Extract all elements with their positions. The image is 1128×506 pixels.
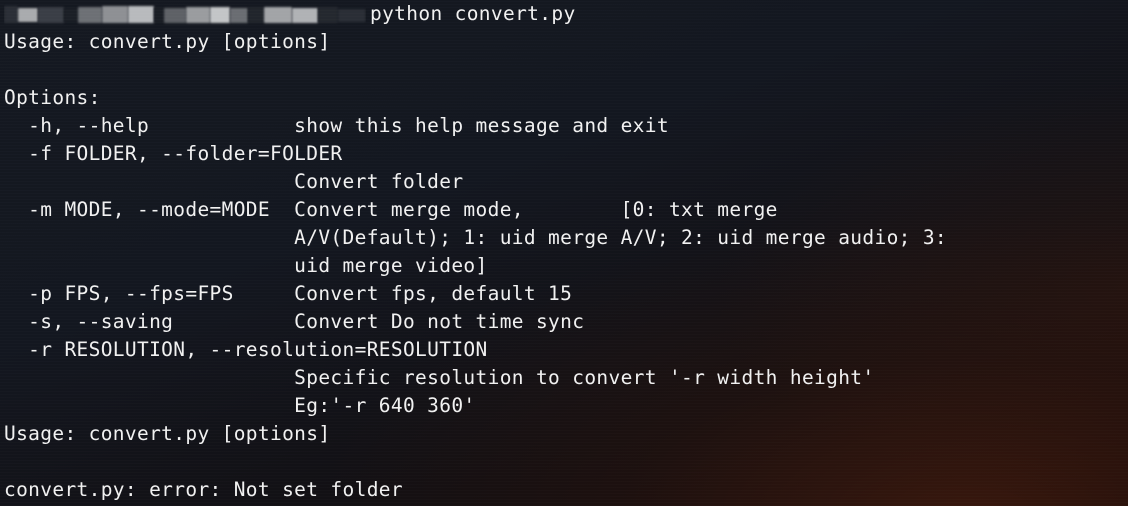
terminal-screen[interactable]: python convert.py Usage: convert.py [opt… [0,0,1128,504]
redaction-block-6 [128,6,154,23]
redaction-block-4 [78,7,102,23]
redaction-block-12 [248,7,264,23]
output-line-opt-folder-desc: Convert folder [4,170,464,193]
redaction-block-9 [186,7,210,23]
prompt-line: python convert.py [4,0,1128,28]
redaction-block-0 [4,6,18,23]
output-line-error: convert.py: error: Not set folder [4,478,403,501]
terminal-window[interactable]: python convert.py Usage: convert.py [opt… [0,0,1128,506]
output-line-opt-fps: -p FPS, --fps=FPS Convert fps, default 1… [4,282,573,305]
output-line-opt-mode-desc-2: A/V(Default); 1: uid merge A/V; 2: uid m… [4,226,948,249]
command-text: python convert.py [370,2,576,25]
redaction-block-5 [102,6,128,23]
output-line-opt-help: -h, --help show this help message and ex… [4,114,669,137]
redaction-block-13 [264,7,292,23]
output-line-opt-mode-desc-3: uid merge video] [4,254,488,277]
redaction-block-3 [64,8,78,22]
redaction-block-8 [164,8,186,23]
output-line-usage-top: Usage: convert.py [options] [4,30,331,53]
redaction-block-15 [318,7,338,23]
output-line-blank-1 [4,56,1128,84]
redaction-block-10 [210,7,230,23]
output-line-opt-res-desc-1: Specific resolution to convert '-r width… [4,366,875,389]
redaction-block-14 [292,8,318,23]
output-line-options-header: Options: [4,86,101,109]
redaction-block-1 [18,8,38,22]
output-line-opt-mode: -m MODE, --mode=MODE Convert merge mode,… [4,198,778,221]
redaction-block-11 [230,8,248,23]
output-line-blank-2 [4,448,1128,476]
output-line-opt-saving: -s, --saving Convert Do not time sync [4,310,585,333]
output-line-opt-resolution: -r RESOLUTION, --resolution=RESOLUTION [4,338,488,361]
output-line-opt-folder: -f FOLDER, --folder=FOLDER [4,142,343,165]
redacted-prompt [4,0,366,28]
output-line-usage-bottom: Usage: convert.py [options] [4,422,331,445]
redaction-block-2 [38,7,64,23]
redaction-block-16 [338,9,366,22]
output-line-opt-res-desc-2: Eg:'-r 640 360' [4,394,476,417]
redaction-block-7 [154,7,164,23]
